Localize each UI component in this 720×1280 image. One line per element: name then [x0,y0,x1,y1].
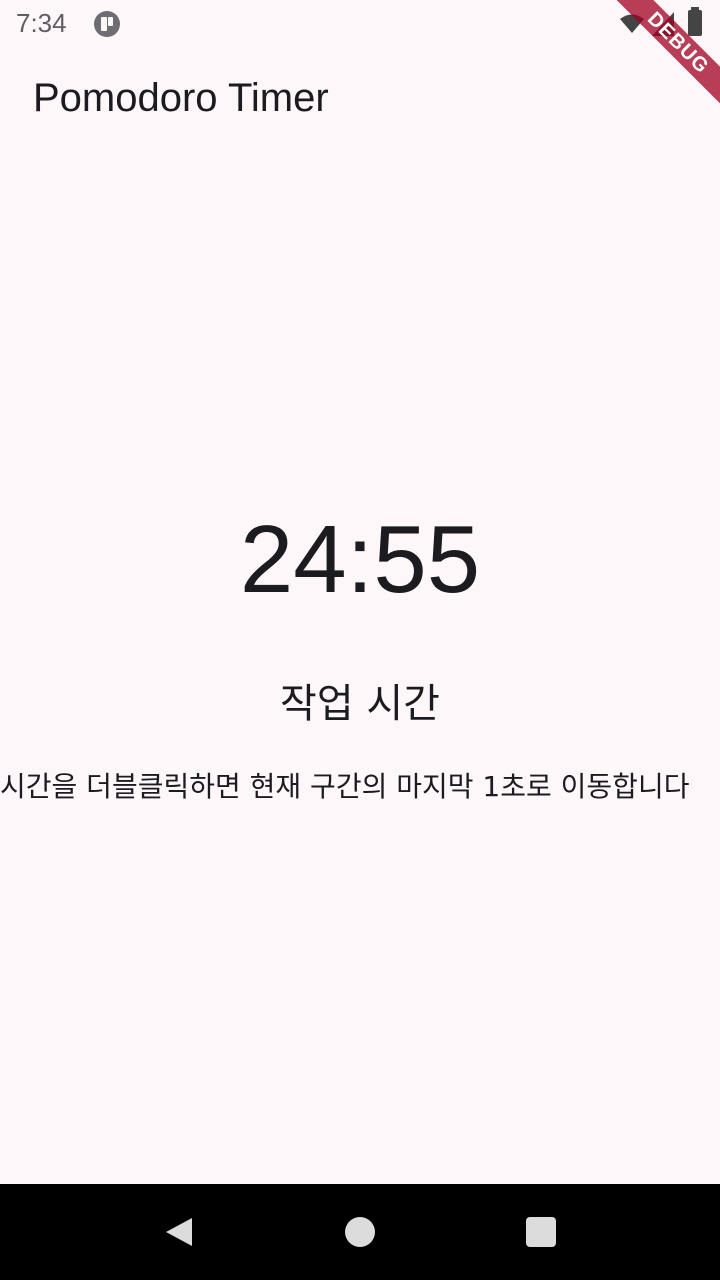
wifi-icon [620,14,644,33]
hint-text: 시간을 더블클릭하면 현재 구간의 마지막 1초로 이동합니다 [0,770,690,803]
navigation-bar [0,1184,720,1280]
signal-icon [652,12,674,36]
phase-label: 작업 시간 [280,681,440,727]
app-notification-icon [94,11,120,37]
battery-icon [688,7,702,36]
status-bar: 7:34 [0,0,720,50]
back-icon[interactable] [164,1216,194,1248]
recents-icon[interactable] [526,1217,556,1247]
app-bar: Pomodoro Timer [0,50,720,162]
status-time: 7:34 [16,8,67,38]
timer-display[interactable]: 24:55 [0,500,720,620]
home-icon[interactable] [345,1217,375,1247]
app-title: Pomodoro Timer [33,76,329,120]
